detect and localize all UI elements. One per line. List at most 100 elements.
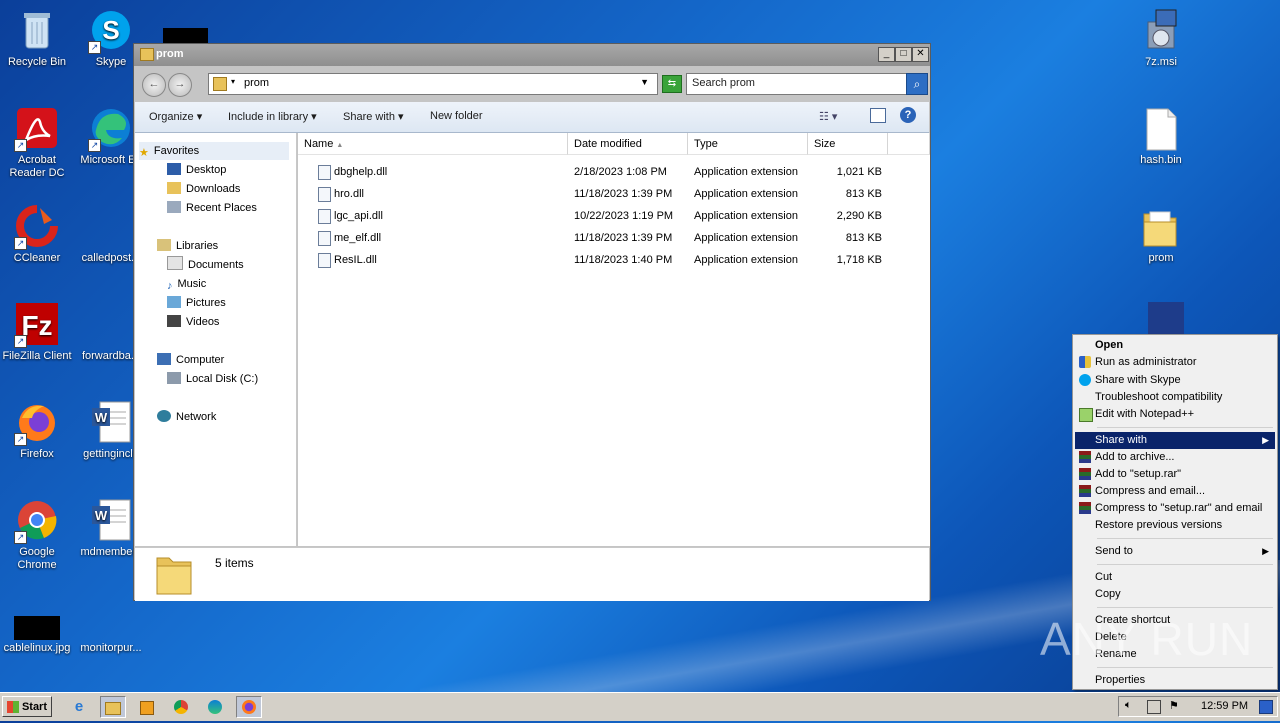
address-bar[interactable]: ▾ prom ▼ xyxy=(208,73,658,95)
desktop-icon-acrobat[interactable]: ↗ Acrobat Reader DC xyxy=(0,106,74,180)
shortcut-arrow-icon: ↗ xyxy=(14,335,27,348)
taskbar-edge-icon[interactable] xyxy=(202,696,228,718)
file-row[interactable]: hro.dll 11/18/2023 1:39 PM Application e… xyxy=(298,183,930,205)
column-date-modified[interactable]: Date modified xyxy=(568,133,688,155)
clock[interactable]: 12:59 PM xyxy=(1201,700,1248,712)
search-icon[interactable]: ⌕ xyxy=(906,73,928,95)
help-icon[interactable]: ? xyxy=(900,107,916,123)
menu-cut[interactable]: Cut xyxy=(1075,569,1275,586)
menu-restore-versions[interactable]: Restore previous versions xyxy=(1075,517,1275,534)
taskbar-explorer-icon[interactable] xyxy=(100,696,126,718)
desktop-icon-monitorpur[interactable]: monitorpur... xyxy=(74,610,148,655)
menu-add-to-setup-rar[interactable]: Add to "setup.rar" xyxy=(1075,466,1275,483)
maximize-button[interactable]: □ xyxy=(895,47,912,62)
command-toolbar: Organize ▾ Include in library ▾ Share wi… xyxy=(135,102,929,133)
forward-button[interactable]: → xyxy=(168,73,192,97)
filezilla-label: FileZilla Client xyxy=(2,350,72,362)
menu-separator xyxy=(1097,427,1273,428)
column-name[interactable]: Name ▲ xyxy=(298,133,568,155)
column-size[interactable]: Size xyxy=(808,133,888,155)
skype-icon: S ↗ xyxy=(88,8,134,54)
column-type[interactable]: Type xyxy=(688,133,808,155)
taskbar-media-player-icon[interactable] xyxy=(134,696,160,718)
menu-edit-notepad[interactable]: Edit with Notepad++ xyxy=(1075,406,1275,423)
include-in-library-button[interactable]: Include in library ▾ xyxy=(228,110,317,123)
menu-send-to[interactable]: Send to ▶ xyxy=(1075,543,1275,560)
nav-network[interactable]: Network xyxy=(157,408,216,426)
svg-text:W: W xyxy=(95,508,108,523)
desktop-icon-prom-folder[interactable]: prom xyxy=(1124,204,1198,265)
menu-compress-email[interactable]: Compress and email... xyxy=(1075,483,1275,500)
nav-recent-places[interactable]: Recent Places xyxy=(167,199,257,217)
menu-share-with-skype[interactable]: Share with Skype xyxy=(1075,372,1275,389)
anyrun-watermark: ANY RUN xyxy=(1040,613,1254,665)
address-dropdown-icon[interactable]: ▼ xyxy=(640,77,649,87)
taskbar-chrome-icon[interactable] xyxy=(168,696,194,718)
file-type: Application extension xyxy=(694,232,798,244)
menu-compress-setup-email[interactable]: Compress to "setup.rar" and email xyxy=(1075,500,1275,517)
preview-pane-icon[interactable] xyxy=(870,108,886,123)
nav-videos[interactable]: Videos xyxy=(167,313,219,331)
file-row[interactable]: ResIL.dll 11/18/2023 1:40 PM Application… xyxy=(298,249,930,271)
view-options-icon[interactable]: ☷ ▾ xyxy=(819,110,837,123)
minimize-button[interactable]: _ xyxy=(878,47,895,62)
partially-hidden-icon xyxy=(1148,302,1184,336)
file-size: 2,290 KB xyxy=(836,210,882,222)
menu-add-to-archive[interactable]: Add to archive... xyxy=(1075,449,1275,466)
share-with-button[interactable]: Share with ▾ xyxy=(343,110,404,123)
nav-local-disk[interactable]: Local Disk (C:) xyxy=(167,370,258,388)
menu-open[interactable]: Open xyxy=(1075,337,1275,354)
menu-properties[interactable]: Properties xyxy=(1075,672,1275,689)
menu-troubleshoot[interactable]: Troubleshoot compatibility xyxy=(1075,389,1275,406)
volume-icon[interactable]: 🔈︎ xyxy=(1125,699,1132,712)
nav-music[interactable]: ♪ Music xyxy=(167,275,206,293)
network-tray-icon[interactable] xyxy=(1147,700,1161,714)
desktop-icon-7z-msi[interactable]: 7z.msi xyxy=(1124,8,1198,69)
close-button[interactable]: ✕ xyxy=(912,47,929,62)
show-desktop-icon[interactable] xyxy=(1259,700,1273,714)
search-input[interactable]: Search prom xyxy=(686,73,910,95)
action-center-flag-icon[interactable]: ⚑ xyxy=(1169,699,1179,712)
nav-libraries[interactable]: Libraries xyxy=(157,237,218,255)
word-document-icon: W xyxy=(88,498,134,544)
nav-favorites[interactable]: ★ Favorites xyxy=(139,142,289,160)
desktop-icon-recycle-bin[interactable]: Recycle Bin xyxy=(0,8,74,69)
desktop-icon-ccleaner[interactable]: ↗ CCleaner xyxy=(0,204,74,265)
taskbar-firefox-icon[interactable] xyxy=(236,696,262,718)
file-row[interactable]: me_elf.dll 11/18/2023 1:39 PM Applicatio… xyxy=(298,227,930,249)
7z-msi-label: 7z.msi xyxy=(1145,56,1177,68)
organize-button[interactable]: Organize ▾ xyxy=(149,110,202,123)
nav-documents[interactable]: Documents xyxy=(167,256,244,274)
desktop-icon-firefox[interactable]: ↗ Firefox xyxy=(0,400,74,461)
nav-pictures[interactable]: Pictures xyxy=(167,294,226,312)
menu-copy[interactable]: Copy xyxy=(1075,586,1275,603)
menu-share-with[interactable]: Share with ▶ xyxy=(1075,432,1275,449)
window-titlebar[interactable]: prom _ □ ✕ xyxy=(134,44,930,66)
desktop-icon-filezilla[interactable]: Fz ↗ FileZilla Client xyxy=(0,302,74,363)
shortcut-arrow-icon: ↗ xyxy=(14,139,27,152)
recycle-bin-icon xyxy=(14,8,60,54)
dll-file-icon xyxy=(318,231,331,246)
black-redaction-box xyxy=(163,28,208,44)
back-button[interactable]: ← xyxy=(142,73,166,97)
desktop-icon-hash-bin[interactable]: hash.bin xyxy=(1124,106,1198,167)
shield-icon xyxy=(1079,356,1091,368)
nav-downloads[interactable]: Downloads xyxy=(167,180,240,198)
shortcut-arrow-icon: ↗ xyxy=(14,531,27,544)
nav-computer[interactable]: Computer xyxy=(157,351,224,369)
breadcrumb-chevron-icon[interactable]: ▾ xyxy=(231,77,235,86)
breadcrumb-prom[interactable]: prom xyxy=(244,77,269,89)
file-row[interactable]: lgc_api.dll 10/22/2023 1:19 PM Applicati… xyxy=(298,205,930,227)
new-folder-button[interactable]: New folder xyxy=(430,110,483,122)
file-size: 813 KB xyxy=(845,232,882,244)
firefox-label: Firefox xyxy=(20,448,54,460)
refresh-button[interactable]: ⇆ xyxy=(662,75,682,93)
file-row[interactable]: dbghelp.dll 2/18/2023 1:08 PM Applicatio… xyxy=(298,161,930,183)
nav-desktop[interactable]: Desktop xyxy=(167,161,226,179)
taskbar-ie-icon[interactable]: e xyxy=(66,696,92,718)
desktop-icon-cablelinux[interactable]: cablelinux.jpg xyxy=(0,610,74,655)
start-button[interactable]: Start xyxy=(2,696,52,717)
desktop-icon-chrome[interactable]: ↗ Google Chrome xyxy=(0,498,74,572)
menu-run-as-admin[interactable]: Run as administrator xyxy=(1075,354,1275,371)
windows-logo-icon xyxy=(7,701,19,713)
